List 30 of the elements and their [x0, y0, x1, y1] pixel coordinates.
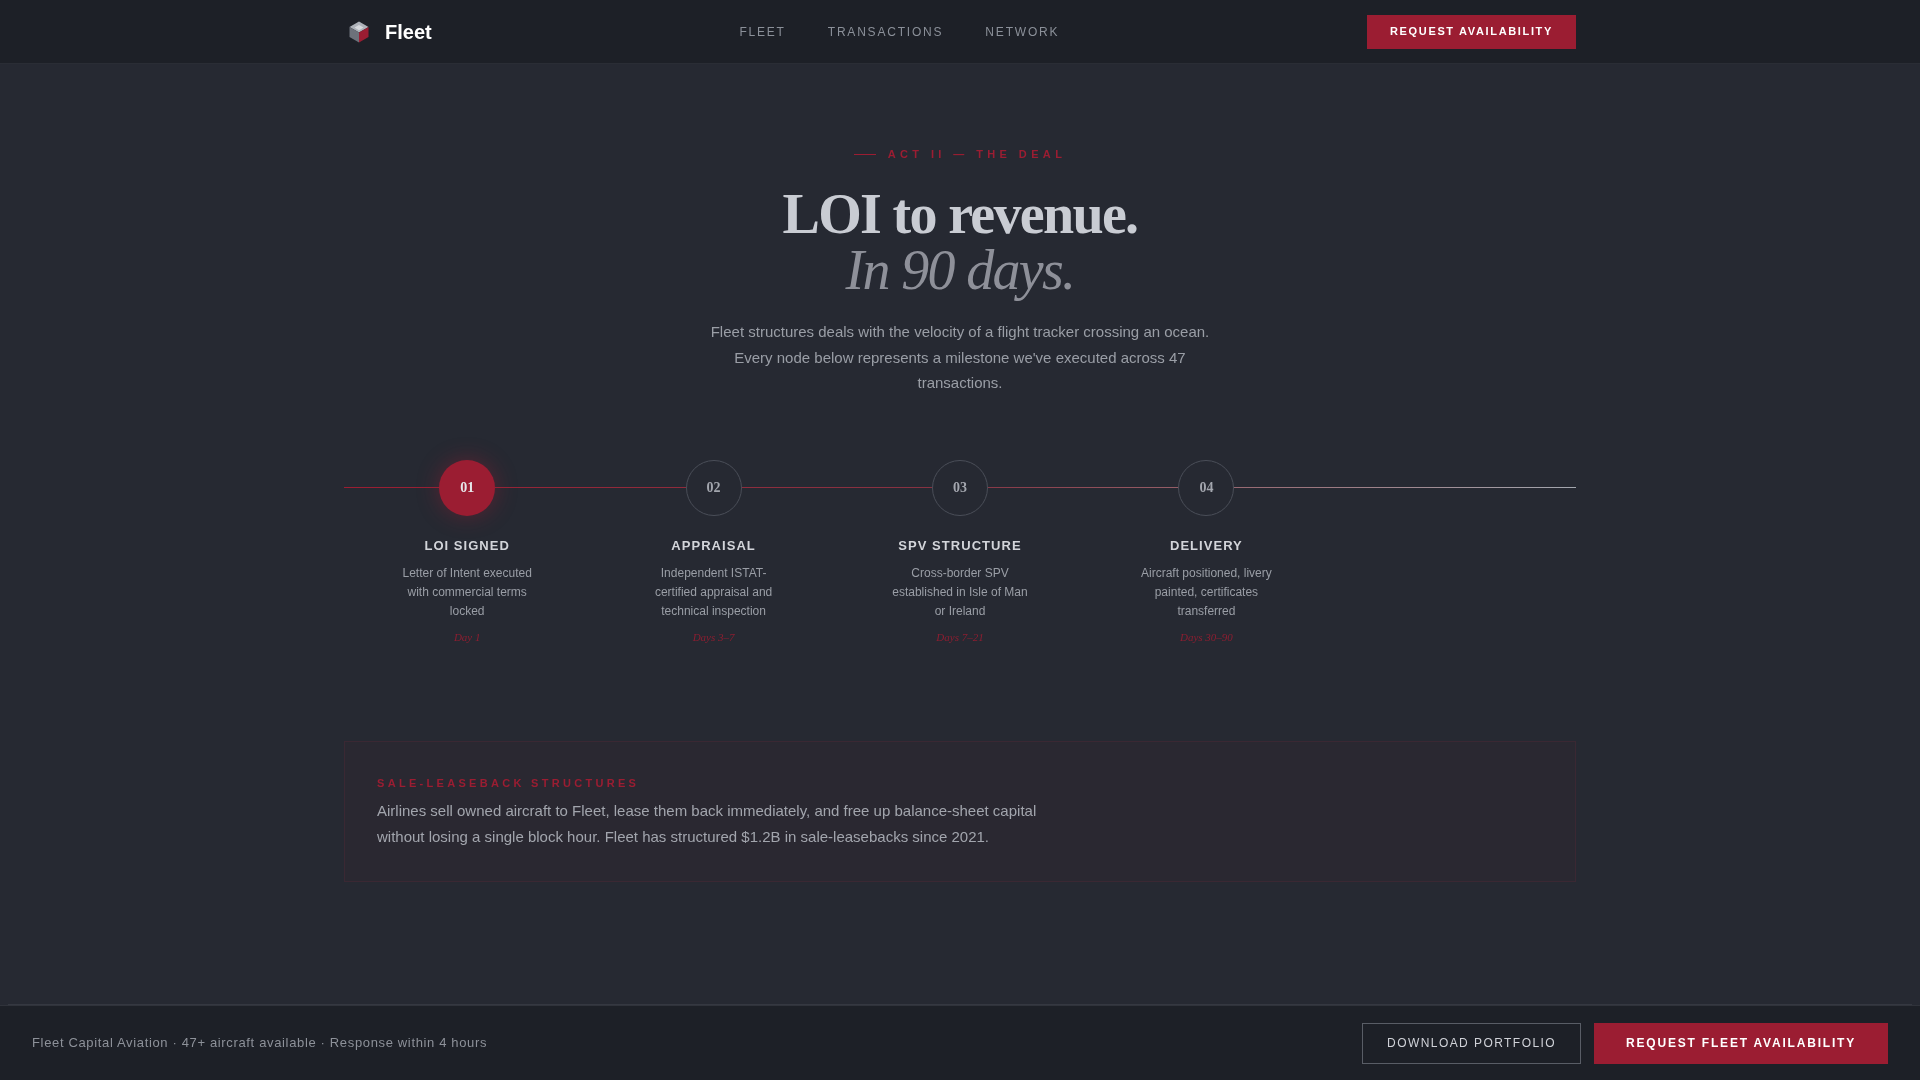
step-number: 04 — [1178, 459, 1235, 516]
step-description: Letter of Intent executed with commercial terms locked — [401, 564, 533, 620]
step-title: DELIVERY — [1169, 536, 1243, 555]
request-fleet-availability-button[interactable]: REQUEST FLEET AVAILABILITY — [1594, 1022, 1888, 1064]
step-timing: Days 30–90 — [1179, 629, 1233, 645]
step-number: 01 — [439, 459, 496, 516]
step-title: APPRAISAL — [671, 536, 756, 555]
step-description: Aircraft positioned, livery painted, certificates transferred — [1140, 564, 1273, 620]
step-timing: Day 1 — [453, 629, 481, 645]
brand-name[interactable]: Fleet — [385, 16, 432, 47]
nav-link[interactable]: NETWORK — [985, 22, 1060, 41]
callout-eyebrow: SALE-LEASEBACK STRUCTURES — [377, 775, 641, 791]
step-timing: Days 3–7 — [692, 629, 735, 645]
download-portfolio-button[interactable]: DOWNLOAD PORTFOLIO — [1362, 1022, 1582, 1064]
intro-paragraph: Fleet structures deals with the velocity of a flight tracker crossing an ocean. Every node below represents a milestone we've executed across 47 transactions. — [709, 322, 1211, 393]
footer-tagline: Fleet Capital Aviation · 47+ aircraft available · Response within 4 hours — [32, 1034, 488, 1053]
cube-icon — [347, 19, 371, 44]
step-title: LOI SIGNED — [424, 536, 510, 555]
step-title: SPV STRUCTURE — [898, 536, 1022, 555]
callout-text: Airlines sell owned aircraft to Fleet, lease them back immediately, and free up balance-sheet capital without losing a single block hour. Fleet has structured $1.2B in sale-leasebacks since 2021. — [377, 800, 1038, 847]
headline: LOI to revenue. — [782, 186, 1138, 242]
section-eyebrow: ACT II — THE DEAL — [887, 147, 1067, 162]
step-number: 02 — [685, 459, 742, 516]
step-description: Independent ISTAT-certified appraisal and technical inspection — [653, 564, 774, 620]
request-availability-button[interactable]: REQUEST AVAILABILITY — [1367, 14, 1576, 49]
nav-link[interactable]: FLEET — [739, 22, 786, 41]
step-number: 03 — [932, 459, 988, 516]
step-description: Cross-border SPV established in Isle of Man or Ireland — [891, 564, 1029, 620]
step-timing: Days 7–21 — [936, 629, 984, 645]
nav-link[interactable]: TRANSACTIONS — [827, 22, 944, 41]
